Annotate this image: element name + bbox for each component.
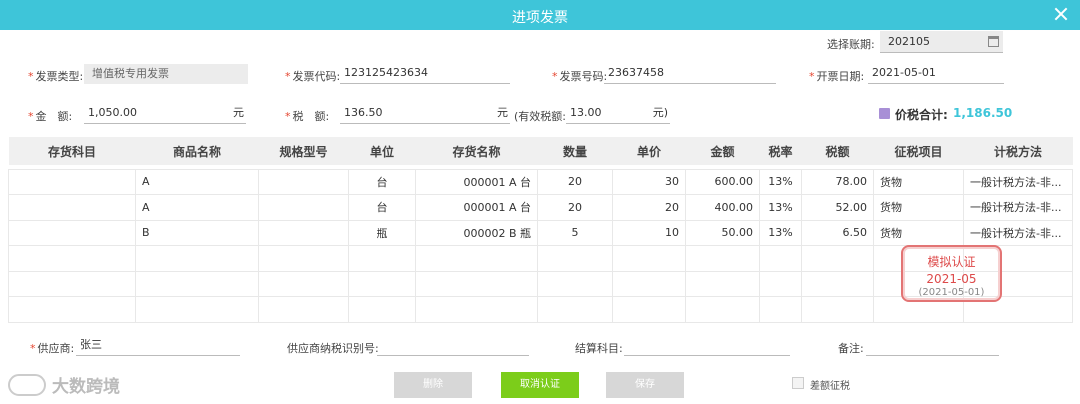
table-cell[interactable]	[258, 219, 349, 246]
table-cell[interactable]: 20	[612, 194, 686, 221]
stamp-title: 模拟认证	[927, 255, 976, 269]
table-cell[interactable]: 13%	[759, 219, 802, 246]
table-cell[interactable]: 13%	[759, 194, 802, 221]
period-label: 选择账期:	[827, 38, 875, 51]
amount-input[interactable]: 1,050.00 元	[84, 104, 246, 124]
invoice-number-label: * 发票号码:	[552, 70, 608, 83]
table-cell[interactable]: 78.00	[801, 168, 874, 195]
table-cell[interactable]: 台	[348, 194, 416, 221]
table-cell[interactable]: 600.00	[685, 168, 760, 195]
invoice-number-input[interactable]: 23637458	[604, 64, 776, 84]
total-icon	[879, 108, 890, 119]
stamp-period: 2021-05	[926, 272, 977, 286]
dialog-title: 进项发票	[512, 10, 568, 26]
column-header: 税额	[801, 137, 874, 165]
table-cell[interactable]: 5	[537, 219, 613, 246]
tax-label: * 税 额:	[285, 110, 330, 123]
table-cell[interactable]: 400.00	[685, 194, 760, 221]
effective-tax-label: (有效税额:	[514, 110, 566, 123]
table-cell[interactable]: A	[135, 194, 259, 221]
close-icon[interactable]	[1054, 7, 1068, 21]
invoice-date-label: * 开票日期:	[809, 70, 865, 83]
total-label: 价税合计:	[895, 108, 948, 122]
column-header: 金额	[685, 137, 760, 165]
table-cell[interactable]: 000001 A 台	[415, 194, 538, 221]
settlement-account-label: 结算科目:	[575, 342, 623, 355]
settlement-account-input[interactable]	[624, 336, 790, 356]
brand-logo: 大数跨境	[8, 372, 120, 398]
column-header: 商品名称	[135, 137, 259, 165]
supplier-tax-id-label: 供应商纳税识别号:	[287, 342, 379, 355]
table-cell[interactable]: 6.50	[801, 219, 874, 246]
column-header: 规格型号	[258, 137, 349, 165]
table-cell[interactable]	[258, 194, 349, 221]
column-header: 单位	[348, 137, 416, 165]
table-cell[interactable]: 台	[348, 168, 416, 195]
period-picker[interactable]: 202105	[880, 31, 1003, 53]
remark-input[interactable]	[866, 336, 999, 356]
table-cell[interactable]: 货物	[873, 194, 964, 221]
column-header: 存货科目	[8, 137, 136, 165]
table-cell[interactable]: B	[135, 219, 259, 246]
table-row[interactable]: A 台 000001 A 台 20 20 400.00 13% 52.00 货物…	[8, 194, 1073, 221]
cancel-certification-button[interactable]: 取消认证	[501, 372, 579, 398]
invoice-date-input[interactable]: 2021-05-01	[868, 64, 1004, 84]
table-cell[interactable]: 10	[612, 219, 686, 246]
table-cell[interactable]: 50.00	[685, 219, 760, 246]
title-bar: 进项发票	[0, 0, 1080, 30]
table-header-row: 存货科目 商品名称 规格型号 单位 存货名称 数量 单价 金额 税率 税额 征税…	[8, 137, 1073, 165]
table-cell[interactable]	[8, 168, 136, 195]
save-button[interactable]: 保存	[606, 372, 684, 398]
column-header: 征税项目	[873, 137, 964, 165]
amount-label: * 金 额:	[28, 110, 73, 123]
invoice-code-input[interactable]: 123125423634	[340, 64, 510, 84]
column-header: 存货名称	[415, 137, 538, 165]
period-value: 202105	[888, 35, 930, 48]
table-cell[interactable]: 货物	[873, 219, 964, 246]
column-header: 单价	[612, 137, 686, 165]
calendar-icon[interactable]	[988, 36, 999, 47]
invoice-type-label: * 发票类型:	[28, 70, 84, 83]
effective-tax-input[interactable]: 13.00 元)	[566, 104, 670, 124]
table-cell[interactable]: 瓶	[348, 219, 416, 246]
stamp-date: (2021-05-01)	[918, 287, 985, 298]
table-cell[interactable]: A	[135, 168, 259, 195]
column-header: 数量	[537, 137, 613, 165]
brand-logo-icon	[8, 373, 46, 396]
table-cell[interactable]	[258, 168, 349, 195]
certification-stamp: 模拟认证 2021-05 (2021-05-01)	[901, 245, 1002, 302]
table-cell[interactable]: 20	[537, 168, 613, 195]
invoice-type-field[interactable]: 增值税专用发票	[84, 64, 248, 84]
supplier-tax-id-input[interactable]	[377, 336, 529, 356]
table-cell[interactable]: 13%	[759, 168, 802, 195]
brand-name: 大数跨境	[52, 377, 120, 397]
tax-input[interactable]: 136.50 元	[340, 104, 510, 124]
total-value: 1,186.50	[953, 106, 1013, 120]
diff-tax-label: 差额征税	[810, 381, 850, 392]
delete-button[interactable]: 删除	[394, 372, 472, 398]
table-cell[interactable]	[8, 219, 136, 246]
table-cell[interactable]: 一般计税方法-非...	[963, 194, 1073, 221]
column-header: 税率	[759, 137, 802, 165]
invoice-code-label: * 发票代码:	[285, 70, 341, 83]
table-cell[interactable]: 一般计税方法-非...	[963, 219, 1073, 246]
table-cell[interactable]: 52.00	[801, 194, 874, 221]
supplier-label: * 供应商:	[30, 342, 75, 355]
diff-tax-checkbox[interactable]	[792, 377, 804, 389]
table-cell[interactable]: 000001 A 台	[415, 168, 538, 195]
table-cell[interactable]	[8, 194, 136, 221]
table-cell[interactable]: 一般计税方法-非...	[963, 168, 1073, 195]
table-cell[interactable]: 000002 B 瓶	[415, 219, 538, 246]
supplier-input[interactable]: 张三	[76, 336, 240, 356]
remark-label: 备注:	[838, 342, 864, 355]
table-cell[interactable]: 货物	[873, 168, 964, 195]
table-row[interactable]: A 台 000001 A 台 20 30 600.00 13% 78.00 货物…	[8, 168, 1073, 195]
table-cell[interactable]: 20	[537, 194, 613, 221]
table-row[interactable]: B 瓶 000002 B 瓶 5 10 50.00 13% 6.50 货物 一般…	[8, 219, 1073, 246]
table-cell[interactable]: 30	[612, 168, 686, 195]
column-header: 计税方法	[963, 137, 1073, 165]
